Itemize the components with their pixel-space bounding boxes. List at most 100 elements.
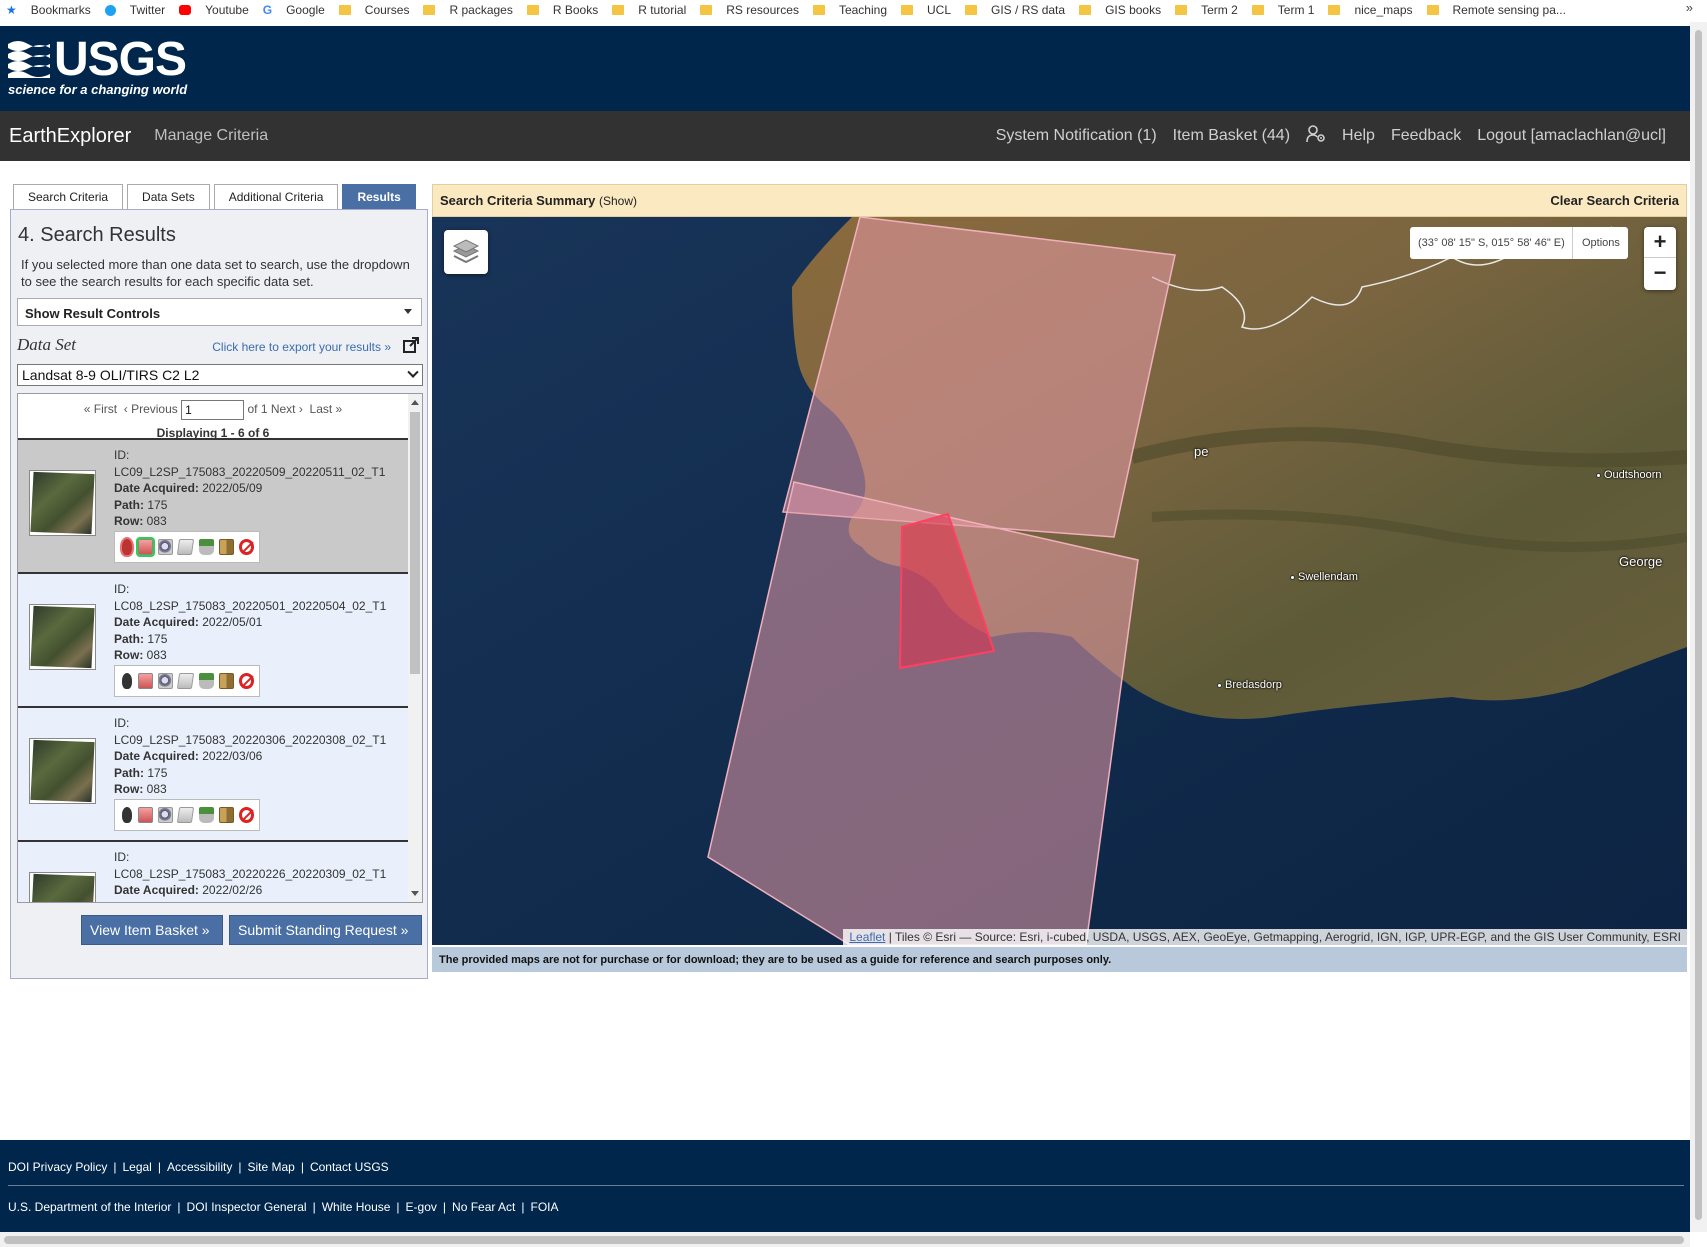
download-icon[interactable] bbox=[198, 539, 214, 555]
tab-additional-criteria[interactable]: Additional Criteria bbox=[213, 184, 339, 209]
scroll-up-icon[interactable] bbox=[411, 400, 419, 405]
footer-link[interactable]: U.S. Department of the Interior bbox=[8, 1200, 171, 1214]
bookmark-item[interactable]: nice_maps bbox=[1328, 3, 1413, 17]
user-settings-button[interactable] bbox=[1306, 124, 1326, 148]
browse-icon[interactable] bbox=[158, 807, 174, 823]
layers-button[interactable] bbox=[444, 230, 488, 274]
leaflet-link[interactable]: Leaflet bbox=[849, 930, 885, 944]
place-dot-icon bbox=[1290, 575, 1295, 580]
result-thumbnail[interactable] bbox=[29, 738, 96, 804]
pager-next[interactable]: Next › bbox=[271, 402, 303, 416]
footprint-icon[interactable] bbox=[122, 539, 133, 555]
overlay-icon[interactable] bbox=[138, 807, 154, 823]
pager-previous[interactable]: ‹ Previous bbox=[124, 402, 178, 416]
add-to-basket-icon[interactable] bbox=[218, 539, 234, 555]
overlay-icon[interactable] bbox=[138, 539, 154, 555]
result-row[interactable]: ID: LC09_L2SP_175083_20220509_20220511_0… bbox=[18, 438, 409, 572]
bookmarks-overflow-button[interactable]: » bbox=[1686, 0, 1693, 15]
footer-link[interactable]: DOI Privacy Policy bbox=[8, 1160, 107, 1174]
footer-link[interactable]: FOIA bbox=[531, 1200, 559, 1214]
bookmark-item[interactable]: Twitter bbox=[104, 3, 165, 17]
external-link-icon[interactable] bbox=[403, 337, 419, 353]
footer-link[interactable]: Accessibility bbox=[167, 1160, 232, 1174]
scroll-thumb[interactable] bbox=[1695, 30, 1702, 1220]
system-notification-link[interactable]: System Notification (1) bbox=[996, 127, 1157, 145]
result-controls-toggle[interactable]: Show Result Controls bbox=[17, 298, 422, 326]
scroll-down-icon[interactable] bbox=[411, 891, 419, 896]
footprint-icon[interactable] bbox=[122, 807, 133, 823]
add-to-basket-icon[interactable] bbox=[218, 807, 234, 823]
bookmark-item[interactable]: Term 1 bbox=[1251, 3, 1314, 17]
bookmark-item[interactable]: R Books bbox=[526, 3, 598, 17]
bookmark-item[interactable]: Teaching bbox=[812, 3, 887, 17]
page-input[interactable]: 1 bbox=[181, 400, 245, 420]
bookmark-item[interactable]: Youtube bbox=[179, 3, 249, 17]
result-row[interactable]: ID: LC09_L2SP_175083_20220306_20220308_0… bbox=[18, 706, 409, 840]
bookmark-item[interactable]: G Google bbox=[263, 3, 325, 17]
brand-link[interactable]: EarthExplorer bbox=[9, 125, 131, 148]
metadata-icon[interactable] bbox=[177, 673, 195, 689]
result-thumbnail[interactable] bbox=[29, 470, 96, 536]
export-results-link[interactable]: Click here to export your results » bbox=[212, 340, 391, 354]
browse-icon[interactable] bbox=[158, 539, 174, 555]
clear-search-criteria-button[interactable]: Clear Search Criteria bbox=[1550, 193, 1679, 208]
exclude-icon[interactable] bbox=[238, 539, 254, 555]
footer-link[interactable]: DOI Inspector General bbox=[187, 1200, 307, 1214]
metadata-icon[interactable] bbox=[177, 539, 195, 555]
download-icon[interactable] bbox=[198, 807, 214, 823]
view-item-basket-button[interactable]: View Item Basket » bbox=[81, 915, 223, 945]
result-row[interactable]: ID: LC08_L2SP_175083_20220501_20220504_0… bbox=[18, 572, 409, 706]
add-to-basket-icon[interactable] bbox=[218, 673, 234, 689]
footer-link[interactable]: E-gov bbox=[406, 1200, 437, 1214]
bookmark-item[interactable]: Courses bbox=[338, 3, 409, 17]
footer-link[interactable]: White House bbox=[322, 1200, 391, 1214]
map-view[interactable]: (33° 08' 15" S, 015° 58' 46" E) Options … bbox=[432, 217, 1687, 945]
pager-first[interactable]: « First bbox=[84, 402, 117, 416]
footer-link[interactable]: No Fear Act bbox=[452, 1200, 515, 1214]
result-row[interactable]: ID: LC08_L2SP_175083_20220226_20220309_0… bbox=[18, 840, 409, 902]
pager-last[interactable]: Last » bbox=[310, 402, 343, 416]
item-basket-link[interactable]: Item Basket (44) bbox=[1173, 127, 1290, 145]
bookmark-item[interactable]: Remote sensing pa... bbox=[1426, 3, 1566, 17]
bookmark-item[interactable]: ★ Bookmarks bbox=[6, 3, 91, 17]
result-thumbnail[interactable] bbox=[29, 604, 96, 670]
footprint-icon[interactable] bbox=[122, 673, 133, 689]
overlay-icon[interactable] bbox=[138, 673, 154, 689]
exclude-icon[interactable] bbox=[238, 673, 254, 689]
result-thumbnail[interactable] bbox=[29, 872, 96, 902]
coordinates-options-button[interactable]: Options bbox=[1573, 237, 1620, 249]
results-scrollbar[interactable] bbox=[408, 394, 422, 902]
page-vertical-scrollbar[interactable] bbox=[1690, 22, 1707, 1232]
feedback-link[interactable]: Feedback bbox=[1391, 127, 1461, 145]
help-link[interactable]: Help bbox=[1342, 127, 1375, 145]
download-icon[interactable] bbox=[198, 673, 214, 689]
scroll-thumb[interactable] bbox=[4, 1236, 1684, 1244]
bookmark-item[interactable]: UCL bbox=[901, 3, 951, 17]
browse-icon[interactable] bbox=[158, 673, 174, 689]
path-label: Path: bbox=[114, 497, 144, 512]
bookmark-item[interactable]: R packages bbox=[423, 3, 513, 17]
tab-search-criteria[interactable]: Search Criteria bbox=[13, 184, 124, 209]
tab-results[interactable]: Results bbox=[342, 184, 416, 209]
footer-link[interactable]: Legal bbox=[122, 1160, 151, 1174]
bookmark-item[interactable]: R tutorial bbox=[612, 3, 686, 17]
bookmark-item[interactable]: GIS / RS data bbox=[965, 3, 1065, 17]
logout-link[interactable]: Logout [amaclachlan@ucl] bbox=[1477, 127, 1666, 145]
bookmark-item[interactable]: Term 2 bbox=[1175, 3, 1238, 17]
scroll-thumb[interactable] bbox=[410, 412, 420, 674]
zoom-out-button[interactable]: − bbox=[1644, 258, 1676, 289]
exclude-icon[interactable] bbox=[238, 807, 254, 823]
dataset-select[interactable]: Landsat 8-9 OLI/TIRS C2 L2 bbox=[17, 364, 423, 386]
footer-link[interactable]: Site Map bbox=[247, 1160, 294, 1174]
submit-standing-request-button[interactable]: Submit Standing Request » bbox=[229, 915, 422, 945]
tab-data-sets[interactable]: Data Sets bbox=[127, 184, 210, 209]
page-horizontal-scrollbar[interactable] bbox=[0, 1232, 1690, 1247]
result-id-label: ID: bbox=[114, 716, 130, 730]
bookmark-item[interactable]: RS resources bbox=[700, 3, 799, 17]
footer-link[interactable]: Contact USGS bbox=[310, 1160, 389, 1174]
criteria-show-link[interactable]: (Show) bbox=[599, 194, 637, 208]
manage-criteria-link[interactable]: Manage Criteria bbox=[154, 127, 268, 145]
bookmark-item[interactable]: GIS books bbox=[1079, 3, 1161, 17]
metadata-icon[interactable] bbox=[177, 807, 195, 823]
zoom-in-button[interactable]: + bbox=[1644, 227, 1676, 258]
